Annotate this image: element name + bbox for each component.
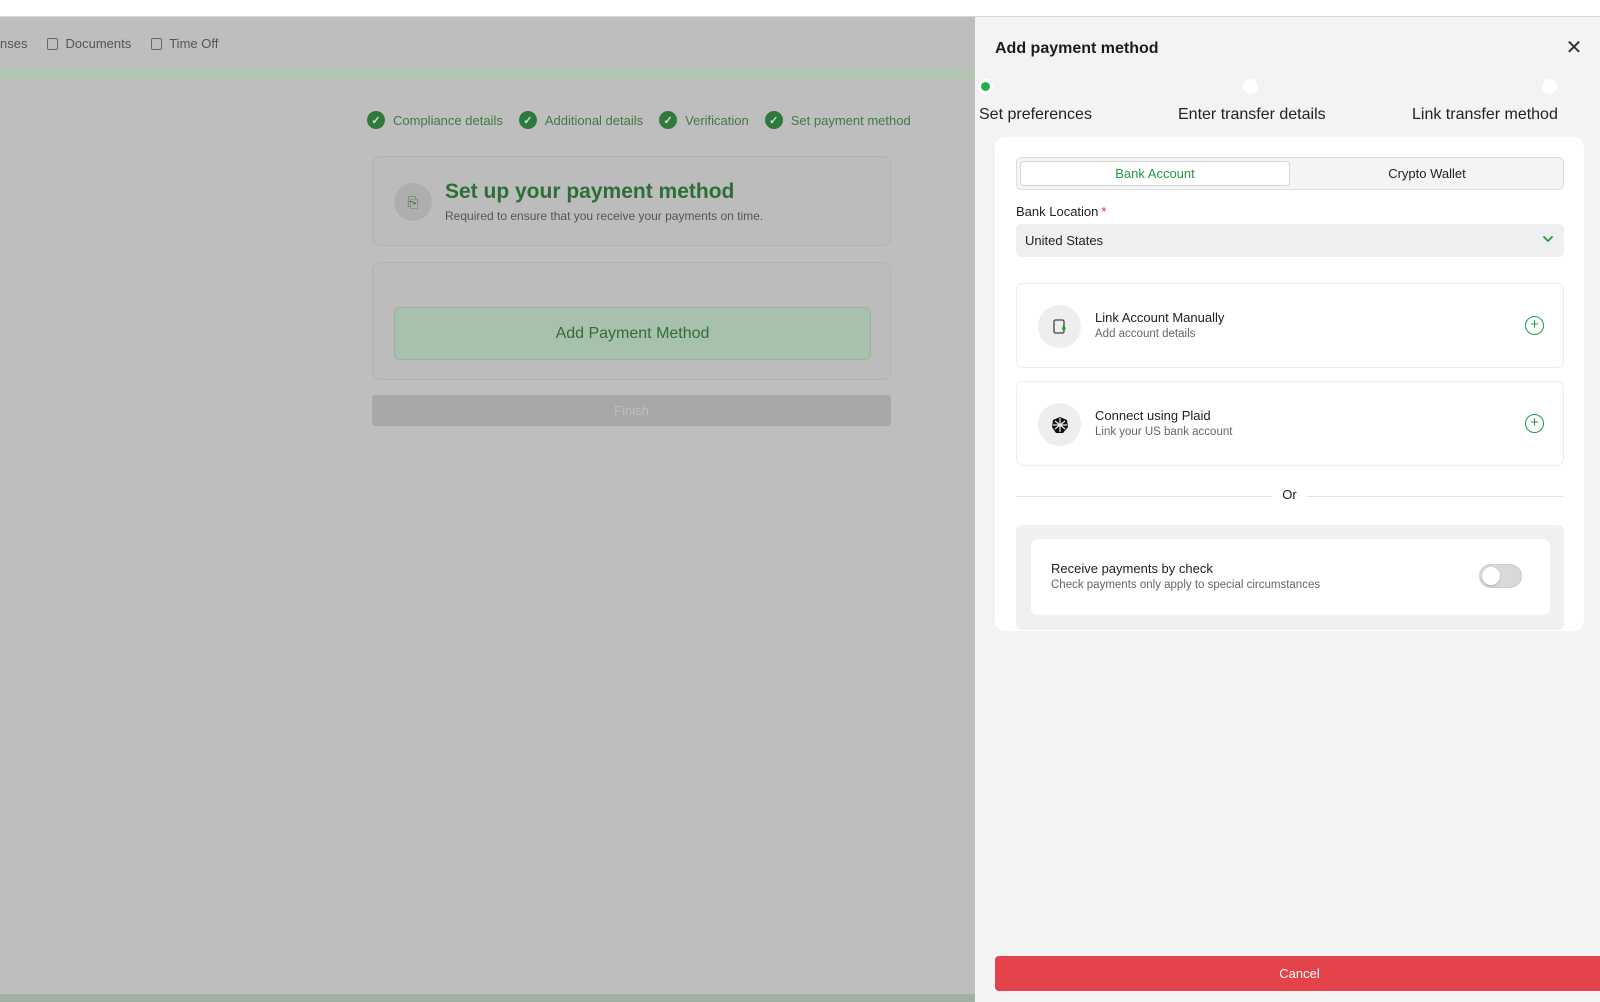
background-page: nses Documents Time Off ✓ Compliance det… (0, 17, 975, 1002)
tab-bank-account[interactable]: Bank Account (1020, 161, 1290, 186)
document-pen-icon (1038, 305, 1081, 348)
close-icon[interactable]: ✕ (1564, 38, 1584, 58)
setup-payment-card: ⎘ Set up your payment method Required to… (372, 156, 891, 246)
check-icon: ✓ (367, 111, 385, 129)
onboarding-steps: ✓ Compliance details ✓ Additional detail… (367, 111, 927, 129)
check-payment-card: Receive payments by check Check payments… (1031, 539, 1550, 615)
nav-item-expenses[interactable]: nses (0, 36, 27, 51)
or-divider: Or (995, 487, 1584, 502)
progress-bar (0, 69, 975, 81)
calendar-icon (151, 37, 163, 50)
add-payment-method-button[interactable]: Add Payment Method (394, 307, 871, 360)
stepper-label-link-transfer-method: Link transfer method (1412, 106, 1558, 123)
bank-location-value: United States (1025, 233, 1104, 248)
option-title: Link Account Manually (1095, 310, 1225, 325)
step-label: Verification (685, 112, 749, 128)
stepper-label-enter-transfer-details: Enter transfer details (1178, 106, 1326, 123)
chevron-down-icon (1541, 232, 1555, 249)
step-verification: ✓ Verification (659, 111, 749, 129)
stepper-dot-enter-transfer-details (1243, 79, 1258, 94)
option-subtitle: Add account details (1095, 328, 1196, 340)
setup-subtitle: Required to ensure that you receive your… (445, 209, 764, 223)
document-icon (47, 37, 59, 50)
required-mark: * (1101, 204, 1107, 219)
nav-item-time-off[interactable]: Time Off (151, 36, 218, 51)
panel-title: Add payment method (995, 40, 1159, 57)
check-icon: ✓ (659, 111, 678, 129)
add-payment-card: Add Payment Method (372, 262, 891, 380)
stepper-dot-link-transfer-method (1542, 79, 1557, 94)
plaid-logo-icon (1038, 403, 1081, 446)
document-icon: ⎘ (394, 183, 432, 221)
check-icon: ✓ (764, 111, 783, 129)
stepper-label-set-preferences: Set preferences (979, 106, 1092, 123)
add-circle-icon[interactable]: + (1525, 414, 1544, 433)
check-payment-subtitle: Check payments only apply to special cir… (1051, 579, 1321, 591)
bank-location-label: Bank Location * (1016, 204, 1106, 219)
background-nav: nses Documents Time Off (0, 36, 238, 51)
check-payment-section: Receive payments by check Check payments… (1016, 525, 1564, 630)
or-divider-text: Or (1272, 487, 1307, 502)
step-label: Set payment method (790, 112, 911, 128)
step-label: Compliance details (393, 112, 503, 128)
bank-location-label-text: Bank Location (1016, 204, 1099, 219)
check-payment-title: Receive payments by check (1051, 561, 1213, 576)
link-account-manually-option[interactable]: Link Account Manually Add account detail… (1016, 283, 1564, 368)
add-circle-icon[interactable]: + (1525, 316, 1544, 335)
toggle-knob (1482, 567, 1500, 585)
bottom-strip (0, 994, 975, 1002)
finish-button[interactable]: Finish (372, 395, 891, 426)
step-additional-details: ✓ Additional details (518, 111, 644, 129)
nav-item-documents[interactable]: Documents (47, 36, 131, 51)
account-type-tabs: Bank Account Crypto Wallet (1016, 157, 1564, 190)
cancel-button[interactable]: Cancel (995, 956, 1600, 991)
check-payment-toggle[interactable] (1479, 564, 1522, 588)
nav-item-label: Documents (65, 36, 132, 51)
stepper-dot-set-preferences (978, 79, 993, 94)
option-subtitle: Link your US bank account (1095, 426, 1233, 438)
add-payment-panel: Add payment method ✕ Set preferences Ent… (975, 17, 1600, 1002)
connect-plaid-option[interactable]: Connect using Plaid Link your US bank ac… (1016, 381, 1564, 466)
step-compliance-details: ✓ Compliance details (367, 111, 503, 129)
top-bar (0, 0, 1600, 17)
nav-item-label: Time Off (169, 36, 219, 51)
bank-location-select[interactable]: United States (1016, 224, 1564, 257)
check-icon: ✓ (518, 111, 537, 129)
payment-options-card: Bank Account Crypto Wallet Bank Location… (995, 137, 1584, 631)
setup-title: Set up your payment method (445, 180, 735, 203)
option-title: Connect using Plaid (1095, 408, 1211, 423)
step-label: Additional details (544, 112, 644, 128)
step-set-payment-method: ✓ Set payment method (764, 111, 911, 129)
tab-crypto-wallet[interactable]: Crypto Wallet (1292, 161, 1562, 186)
nav-item-label: nses (0, 36, 28, 51)
